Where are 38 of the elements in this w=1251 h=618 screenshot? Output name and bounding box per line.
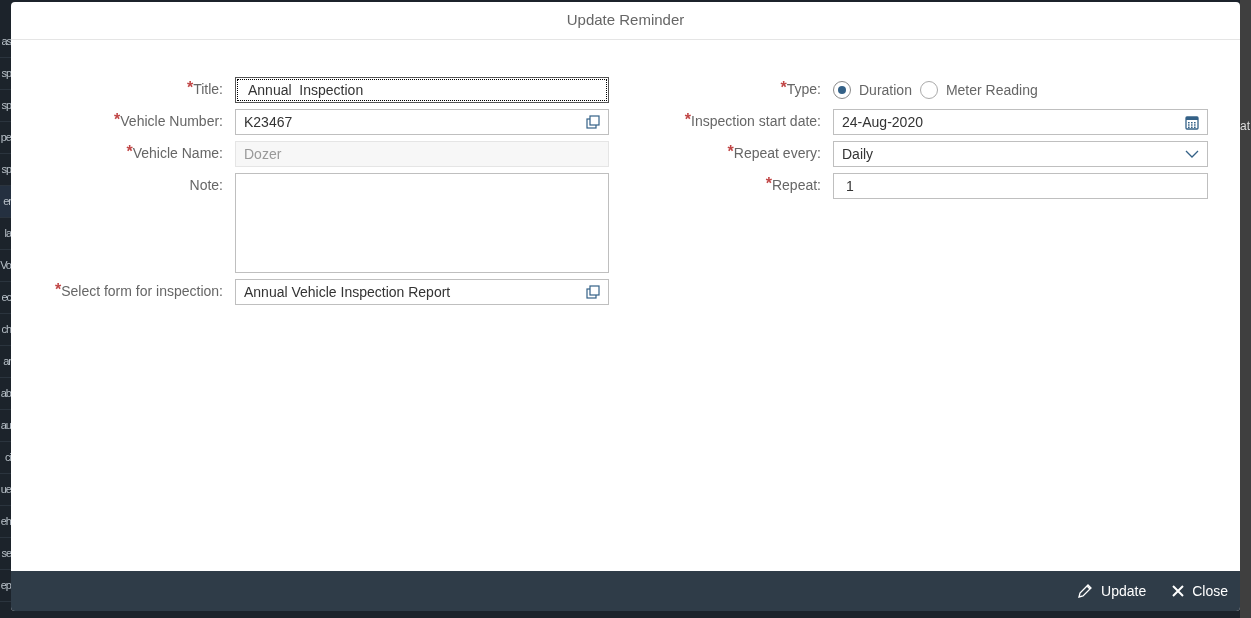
field-label: Note:	[189, 176, 223, 194]
chevron-down-icon[interactable]	[1185, 150, 1199, 158]
value-help-field[interactable]: Annual Vehicle Inspection Report	[235, 279, 609, 305]
field-label: Repeat:	[771, 176, 821, 194]
field-label: Vehicle Number:	[120, 112, 223, 130]
field-label: Title:	[193, 80, 223, 98]
dialog-title: Update Reminder	[11, 2, 1240, 40]
field-label: Inspection start date:	[691, 112, 821, 130]
radio-label: Meter Reading	[945, 80, 1038, 100]
select-field[interactable]: Daily	[833, 141, 1208, 167]
background-text: at	[1240, 120, 1251, 132]
required-mark: *	[765, 176, 772, 192]
required-mark: *	[54, 282, 62, 300]
pencil-icon	[1077, 583, 1094, 599]
field-label: Vehicle Name:	[132, 144, 223, 162]
field-label: Type:	[786, 80, 821, 98]
field-label: Repeat every:	[733, 144, 821, 162]
text-field[interactable]: 1	[833, 173, 1208, 199]
disabled-field: Dozer	[235, 141, 609, 167]
calendar-icon[interactable]	[1185, 114, 1199, 130]
required-mark: *	[780, 80, 787, 96]
value-help-icon[interactable]	[586, 115, 600, 129]
value-help-icon[interactable]	[586, 285, 600, 299]
required-mark: *	[684, 112, 692, 128]
update-button[interactable]: Update	[1077, 580, 1147, 602]
close-icon	[1172, 585, 1185, 597]
required-mark: *	[186, 80, 194, 98]
radio-button[interactable]	[833, 81, 851, 99]
required-mark: *	[114, 112, 121, 130]
field-label: Select form for inspection:	[61, 282, 223, 300]
required-mark: *	[126, 144, 133, 162]
close-button[interactable]: Close	[1172, 580, 1228, 602]
required-mark: *	[727, 144, 734, 160]
value-help-field[interactable]: K23467	[235, 109, 609, 135]
date-field[interactable]: 24-Aug-2020	[833, 109, 1208, 135]
radio-button[interactable]	[919, 81, 938, 99]
text-field[interactable]: Annual Inspection	[235, 77, 609, 103]
radio-label: Duration	[859, 80, 912, 100]
